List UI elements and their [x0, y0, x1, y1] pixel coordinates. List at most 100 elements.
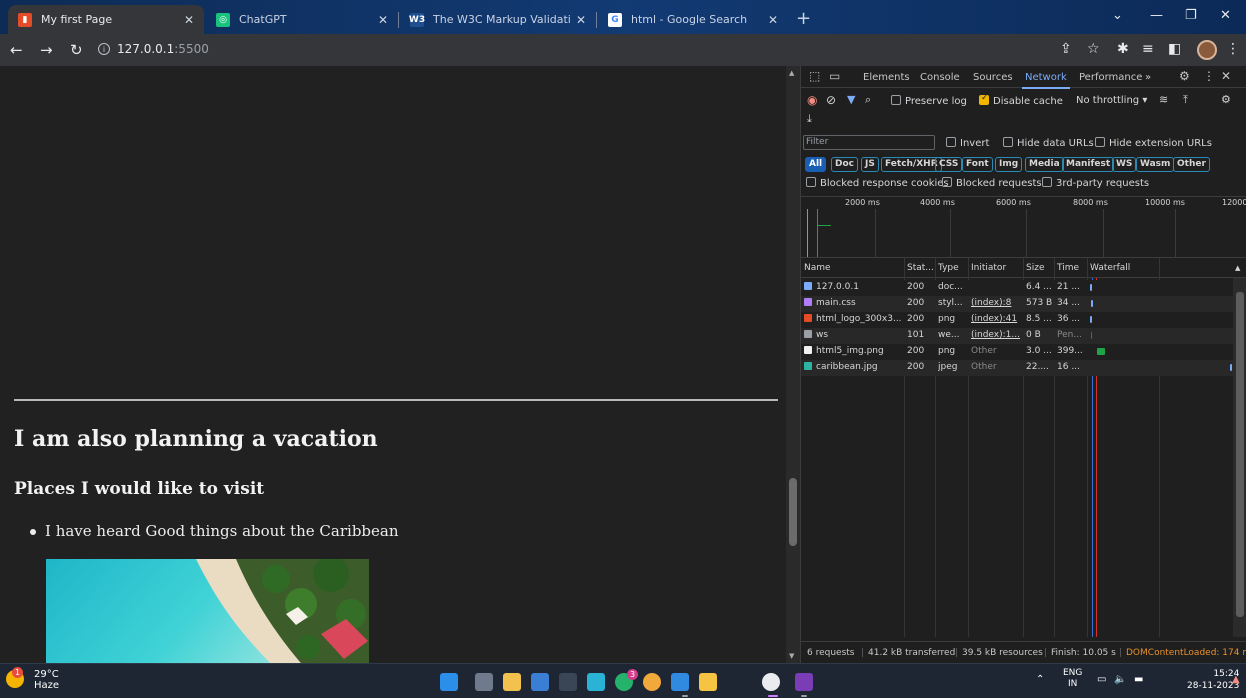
cell-initiator[interactable]: Other — [971, 346, 1023, 356]
filter-all[interactable]: All — [805, 157, 827, 172]
file-explorer-icon[interactable] — [503, 673, 521, 691]
filter-ws[interactable]: WS — [1112, 157, 1137, 172]
share-icon[interactable]: ⇪ — [1060, 41, 1072, 57]
language-indicator[interactable]: ENG IN — [1063, 668, 1082, 690]
close-window-button[interactable]: ✕ — [1220, 8, 1231, 23]
tab-google-search[interactable]: G html - Google Search ✕ — [598, 5, 788, 34]
filter-media[interactable]: Media — [1025, 157, 1064, 172]
settings-gear-icon[interactable]: ⚙ — [1179, 69, 1190, 83]
col-type[interactable]: Type — [938, 263, 959, 273]
col-size[interactable]: Size — [1026, 263, 1044, 273]
filter-js[interactable]: JS — [861, 157, 879, 172]
requests-scrollbar-thumb[interactable] — [1236, 292, 1244, 617]
bookmark-star-icon[interactable]: ☆ — [1087, 41, 1100, 57]
site-info-icon[interactable]: i — [98, 43, 110, 55]
sort-up-icon[interactable]: ▲ — [1235, 264, 1240, 272]
cell-initiator[interactable]: (index):41 — [971, 314, 1023, 324]
throttling-select[interactable]: No throttling ▾ — [1076, 95, 1147, 106]
close-devtools-icon[interactable]: ✕ — [1221, 69, 1231, 83]
onenote-icon[interactable] — [795, 673, 813, 691]
filter-img[interactable]: Img — [995, 157, 1023, 172]
table-row[interactable]: main.css 200 styl... (index):8 573 B 34 ... — [801, 296, 1233, 312]
sticky-notes-icon[interactable] — [699, 673, 717, 691]
export-har-icon[interactable]: ⤓ — [807, 112, 812, 126]
disable-cache-checkbox[interactable]: Disable cache — [979, 93, 1063, 107]
reading-list-icon[interactable]: ≡ — [1142, 41, 1154, 57]
customize-kebab-icon[interactable]: ⋮ — [1203, 69, 1215, 83]
requests-scrollbar[interactable] — [1233, 278, 1246, 637]
postgres-icon[interactable] — [587, 673, 605, 691]
search-icon[interactable]: ⌕ — [865, 93, 871, 107]
filter-other[interactable]: Other — [1173, 157, 1210, 172]
invert-checkbox[interactable]: Invert — [946, 137, 989, 149]
battery-icon[interactable]: ▬ — [1134, 674, 1143, 685]
tab-performance[interactable]: Performance — [1079, 72, 1142, 83]
filter-fetch-xhr[interactable]: Fetch/XHR — [881, 157, 942, 172]
network-icon[interactable]: ▭ — [1097, 674, 1106, 685]
notification-bell-icon[interactable]: ▲ — [1232, 674, 1240, 685]
network-settings-icon[interactable]: ⚙ — [1221, 93, 1231, 106]
terminal-icon[interactable] — [559, 673, 577, 691]
tab-my-first-page[interactable]: ▮ My first Page ✕ — [8, 5, 204, 34]
new-tab-button[interactable]: + — [796, 8, 811, 29]
third-party-checkbox[interactable]: 3rd-party requests — [1042, 177, 1149, 189]
filter-manifest[interactable]: Manifest — [1062, 157, 1115, 172]
blocked-cookies-checkbox[interactable]: Blocked response cookies — [806, 177, 949, 189]
import-har-icon[interactable]: ⤒ — [1183, 93, 1188, 107]
address-bar[interactable]: i 127.0.0.1:5500 — [98, 42, 209, 56]
device-toolbar-icon[interactable]: ▭ — [829, 69, 840, 83]
hide-data-urls-checkbox[interactable]: Hide data URLs — [1003, 137, 1094, 149]
tab-w3c-validator[interactable]: W3 The W3C Markup Validation Ser ✕ — [400, 5, 596, 34]
scroll-down-arrow-icon[interactable]: ▼ — [789, 652, 794, 660]
page-scrollbar[interactable]: ▲ ▼ — [786, 66, 800, 663]
close-icon[interactable]: ✕ — [378, 13, 388, 27]
table-row[interactable]: html_logo_300x3... 200 png (index):41 8.5 ..… — [801, 312, 1233, 328]
tab-console[interactable]: Console — [920, 72, 960, 83]
photos-icon[interactable] — [531, 673, 549, 691]
tray-overflow-chevron-icon[interactable]: ⌃ — [1036, 674, 1044, 685]
filter-css[interactable]: CSS — [935, 157, 963, 172]
col-initiator[interactable]: Initiator — [971, 263, 1006, 273]
table-row[interactable]: caribbean.jpg 200 jpeg Other 22.... 16 ... — [801, 360, 1233, 376]
chrome-icon[interactable] — [643, 673, 661, 691]
table-row[interactable]: html5_img.png 200 png Other 3.0 ... 399... — [801, 344, 1233, 360]
cell-initiator[interactable]: (index):8 — [971, 298, 1023, 308]
col-waterfall[interactable]: Waterfall — [1090, 263, 1130, 273]
windows-start-icon[interactable] — [440, 673, 458, 691]
weather-widget[interactable]: 29°C Haze — [34, 669, 59, 691]
cell-initiator[interactable]: (index):1... — [971, 330, 1023, 340]
filter-wasm[interactable]: Wasm — [1136, 157, 1175, 172]
tab-elements[interactable]: Elements — [863, 72, 910, 83]
blocked-requests-checkbox[interactable]: Blocked requests — [942, 177, 1042, 189]
task-view-icon[interactable] — [475, 673, 493, 691]
inspect-element-icon[interactable]: ⬚ — [809, 69, 820, 83]
hide-extension-urls-checkbox[interactable]: Hide extension URLs — [1095, 137, 1212, 149]
cell-initiator[interactable]: Other — [971, 362, 1023, 372]
profile-avatar[interactable] — [1197, 40, 1217, 60]
minimize-button[interactable]: — — [1150, 8, 1163, 23]
col-time[interactable]: Time — [1057, 263, 1079, 273]
vscode-icon[interactable] — [671, 673, 689, 691]
restore-button[interactable]: ❐ — [1185, 8, 1197, 23]
record-icon[interactable]: ◉ — [807, 93, 817, 107]
close-icon[interactable]: ✕ — [576, 13, 586, 27]
back-button[interactable]: ← — [10, 41, 23, 59]
more-tabs-button[interactable]: » — [1145, 72, 1151, 83]
forward-button[interactable]: → — [40, 41, 53, 59]
tab-search-chevron-icon[interactable]: ⌄ — [1112, 8, 1123, 23]
clear-icon[interactable]: ⊘ — [826, 93, 836, 107]
tab-sources[interactable]: Sources — [973, 72, 1013, 83]
extensions-puzzle-icon[interactable]: ✱ — [1117, 41, 1129, 57]
scroll-up-arrow-icon[interactable]: ▲ — [789, 69, 794, 77]
page-scrollbar-thumb[interactable] — [789, 478, 797, 546]
wifi-conditions-icon[interactable]: ≋ — [1159, 93, 1168, 106]
volume-icon[interactable]: 🔈 — [1114, 674, 1126, 685]
col-name[interactable]: Name — [804, 263, 831, 273]
reload-button[interactable]: ↻ — [70, 41, 83, 59]
col-status[interactable]: Stat... — [907, 263, 934, 273]
filter-doc[interactable]: Doc — [831, 157, 858, 172]
filter-input[interactable]: Filter — [803, 135, 935, 150]
menu-kebab-icon[interactable]: ⋮ — [1226, 41, 1240, 57]
side-panel-icon[interactable]: ◧ — [1168, 41, 1181, 57]
filter-font[interactable]: Font — [962, 157, 993, 172]
